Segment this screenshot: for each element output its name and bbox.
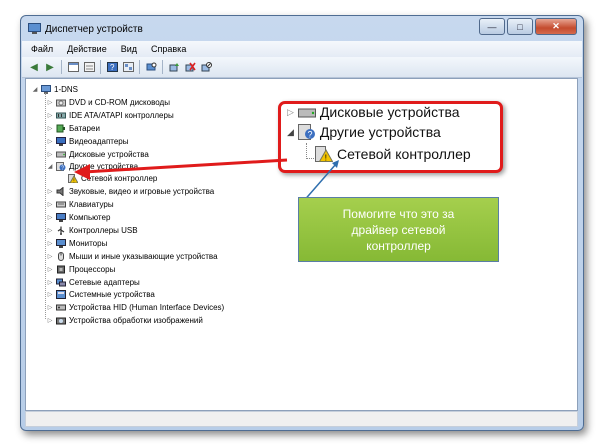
help-note-text: Помогите что это за драйвер сетевой конт…	[342, 206, 455, 253]
help-note: Помогите что это за драйвер сетевой конт…	[298, 197, 499, 262]
